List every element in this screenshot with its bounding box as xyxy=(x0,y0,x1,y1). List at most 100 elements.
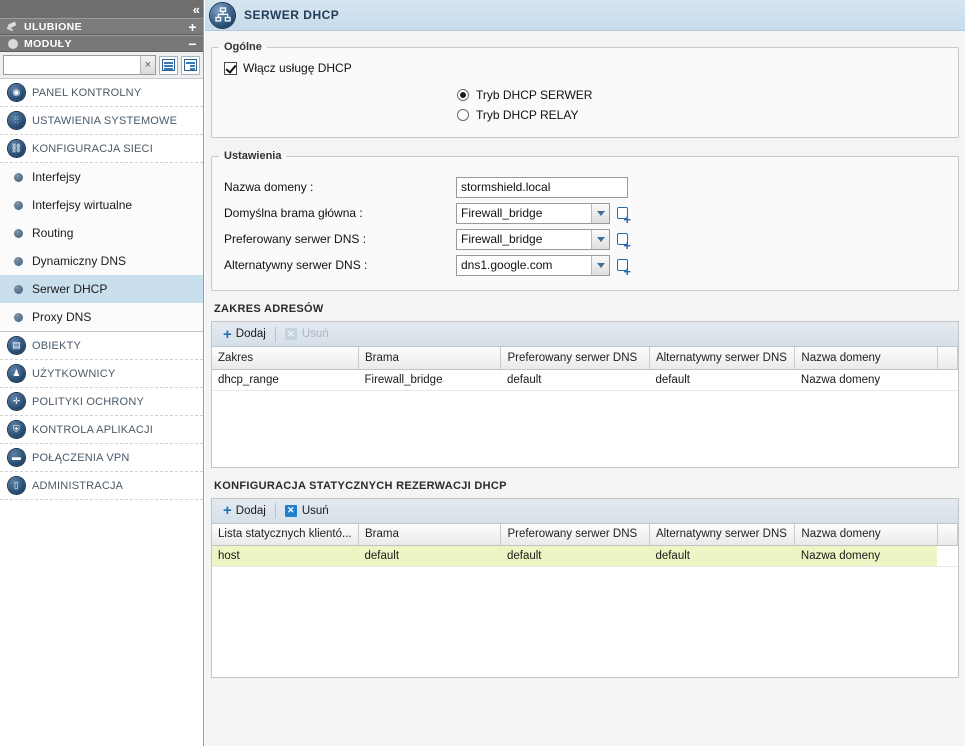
static-col-nazwa-domeny[interactable]: Nazwa domeny xyxy=(794,523,938,546)
sidebar-item-interfejsy[interactable]: Interfejsy xyxy=(0,163,203,191)
sidebar-item-polaczenia-vpn[interactable]: ▬ POŁĄCZENIA VPN xyxy=(0,444,203,472)
main-content: SERWER DHCP Ogólne Włącz usługę DHCP Try… xyxy=(205,0,965,746)
sidebar-item-proxy-dns[interactable]: Proxy DNS xyxy=(0,303,203,331)
static-delete-button[interactable]: ✕ Usuń xyxy=(281,498,333,523)
ranges-cell-zakres: dhcp_range xyxy=(212,369,359,391)
application-window: « ULUBIONE + MODUŁY − × ◉ PANEL KONTROLN… xyxy=(0,0,965,746)
alternate-dns-select-wrap: dns1.google.com + xyxy=(456,254,631,278)
bullet-icon xyxy=(14,228,23,238)
alternate-dns-select[interactable]: dns1.google.com xyxy=(456,254,610,276)
default-gateway-select[interactable]: Firewall_bridge xyxy=(456,202,610,224)
ranges-col-zakres[interactable]: Zakres xyxy=(212,347,359,370)
ranges-cell-brama: Firewall_bridge xyxy=(358,369,501,391)
static-add-button[interactable]: + Dodaj xyxy=(219,498,270,523)
favorites-add-icon[interactable]: + xyxy=(188,20,197,34)
preferred-dns-label: Preferowany serwer DNS : xyxy=(224,232,367,246)
sidebar-subitem-label: Interfejsy xyxy=(32,170,81,184)
sidebar-item-label: USTAWIENIA SYSTEMOWE xyxy=(32,114,178,127)
sidebar-item-system-settings[interactable]: ⫶⫶ USTAWIENIA SYSTEMOWE xyxy=(0,107,203,135)
dhcp-mode-relay-row[interactable]: Tryb DHCP RELAY xyxy=(457,105,946,125)
dhcp-mode-server-row[interactable]: Tryb DHCP SERWER xyxy=(457,85,946,105)
search-input[interactable] xyxy=(4,56,140,74)
sidebar-subitem-label: Interfejsy wirtualne xyxy=(32,198,133,212)
chevron-down-icon[interactable] xyxy=(591,229,609,249)
sidebar-item-obiekty[interactable]: ▤ OBIEKTY xyxy=(0,332,203,360)
dhcp-server-icon xyxy=(210,2,235,28)
administration-icon: ▯ xyxy=(8,477,25,494)
sidebar-group-favorites[interactable]: ULUBIONE + xyxy=(0,18,203,35)
ranges-toolbar: + Dodaj ✕ Usuń xyxy=(212,322,958,347)
list-view-icon[interactable] xyxy=(159,55,178,75)
sidebar-item-interfejsy-wirtualne[interactable]: Interfejsy wirtualne xyxy=(0,191,203,219)
sidebar-subitem-label: Proxy DNS xyxy=(32,310,92,324)
sidebar-item-network-config[interactable]: ⛓ KONFIGURACJA SIECI xyxy=(0,135,203,163)
sidebar-item-uzytkownicy[interactable]: ♟ UŻYTKOWNICY xyxy=(0,360,203,388)
clear-search-icon[interactable]: × xyxy=(139,56,155,74)
sidebar-group-favorites-label: ULUBIONE xyxy=(24,20,83,33)
table-row[interactable]: host default default default Nazwa domen… xyxy=(212,545,958,567)
add-object-icon[interactable]: + xyxy=(613,204,631,226)
static-col-alternatywny-dns[interactable]: Alternatywny serwer DNS xyxy=(649,523,796,546)
alternate-dns-value: dns1.google.com xyxy=(461,258,553,272)
preferred-dns-select-wrap: Firewall_bridge + xyxy=(456,228,631,252)
circle-icon xyxy=(6,38,19,49)
dhcp-mode-group: Tryb DHCP SERWER Tryb DHCP RELAY xyxy=(457,85,946,125)
tree-view-icon[interactable] xyxy=(181,55,200,75)
sidebar-item-administracja[interactable]: ▯ ADMINISTRACJA xyxy=(0,472,203,500)
chevron-down-icon[interactable] xyxy=(591,255,609,275)
page-title: SERWER DHCP xyxy=(244,8,340,22)
objects-icon: ▤ xyxy=(8,337,25,354)
toolbar-separator xyxy=(274,503,276,518)
ranges-add-button[interactable]: + Dodaj xyxy=(219,322,270,347)
close-icon: ✕ xyxy=(284,504,297,517)
ranges-col-alternatywny-dns[interactable]: Alternatywny serwer DNS xyxy=(649,347,796,370)
static-table: Lista statycznych klientó... Brama Prefe… xyxy=(212,523,959,567)
bullet-icon xyxy=(14,256,23,266)
general-panel: Ogólne Włącz usługę DHCP Tryb DHCP SERWE… xyxy=(211,41,959,138)
static-col-brama[interactable]: Brama xyxy=(358,523,502,546)
sidebar-subitem-label: Serwer DHCP xyxy=(32,282,108,296)
enable-dhcp-label: Włącz usługę DHCP xyxy=(243,61,352,75)
add-object-icon[interactable]: + xyxy=(613,256,631,278)
static-col-lista-klientow[interactable]: Lista statycznych klientó... xyxy=(212,523,359,546)
sidebar-item-dashboard[interactable]: ◉ PANEL KONTROLNY xyxy=(0,79,203,107)
sidebar-item-routing[interactable]: Routing xyxy=(0,219,203,247)
domain-name-input[interactable] xyxy=(456,176,628,198)
dhcp-mode-relay-radio[interactable] xyxy=(457,109,469,121)
sidebar-item-dynamiczny-dns[interactable]: Dynamiczny DNS xyxy=(0,247,203,275)
static-col-spacer xyxy=(937,523,959,546)
static-header-row: Lista statycznych klientó... Brama Prefe… xyxy=(212,523,959,546)
settings-panel-body: Nazwa domeny : Domyślna brama główna : F… xyxy=(212,162,958,290)
static-grid: + Dodaj ✕ Usuń Lista statycznych klientó… xyxy=(211,497,959,678)
pin-icon xyxy=(6,21,19,32)
sidebar-item-label: OBIEKTY xyxy=(32,339,82,352)
add-object-icon[interactable]: + xyxy=(613,230,631,252)
sidebar-item-kontrola-aplikacji[interactable]: ⛨ KONTROLA APLIKACJI xyxy=(0,416,203,444)
static-col-preferowany-dns[interactable]: Preferowany serwer DNS xyxy=(500,523,650,546)
ranges-cell-preferowany-dns: default xyxy=(500,369,650,391)
toolbar-separator xyxy=(274,326,276,342)
sidebar-subitem-label: Routing xyxy=(32,226,74,240)
sidebar-item-serwer-dhcp[interactable]: Serwer DHCP xyxy=(0,275,203,303)
bullet-icon xyxy=(14,200,23,210)
table-row[interactable]: dhcp_range Firewall_bridge default defau… xyxy=(212,369,958,391)
ranges-delete-button: ✕ Usuń xyxy=(281,322,333,347)
modules-collapse-icon[interactable]: − xyxy=(188,37,197,51)
collapse-sidebar-icon[interactable]: « xyxy=(193,3,200,16)
general-panel-body: Włącz usługę DHCP Tryb DHCP SERWER Tryb … xyxy=(212,53,958,137)
static-delete-label: Usuń xyxy=(301,504,329,517)
ranges-col-preferowany-dns[interactable]: Preferowany serwer DNS xyxy=(500,347,650,370)
preferred-dns-select[interactable]: Firewall_bridge xyxy=(456,228,610,250)
application-control-icon: ⛨ xyxy=(8,421,25,438)
sidebar-item-polityki-ochrony[interactable]: ✛ POLITYKI OCHRONY xyxy=(0,388,203,416)
sidebar-group-modules[interactable]: MODUŁY − xyxy=(0,35,203,52)
dhcp-mode-server-radio[interactable] xyxy=(457,89,469,101)
sidebar-subitem-label: Dynamiczny DNS xyxy=(32,254,127,268)
enable-dhcp-checkbox[interactable] xyxy=(224,61,237,75)
chevron-down-icon[interactable] xyxy=(591,203,609,223)
protection-policies-icon: ✛ xyxy=(8,393,25,410)
ranges-col-brama[interactable]: Brama xyxy=(358,347,502,370)
static-cell-alternatywny-dns: default xyxy=(649,545,795,567)
ranges-col-nazwa-domeny[interactable]: Nazwa domeny xyxy=(794,347,938,370)
sidebar-group-modules-label: MODUŁY xyxy=(24,37,72,50)
